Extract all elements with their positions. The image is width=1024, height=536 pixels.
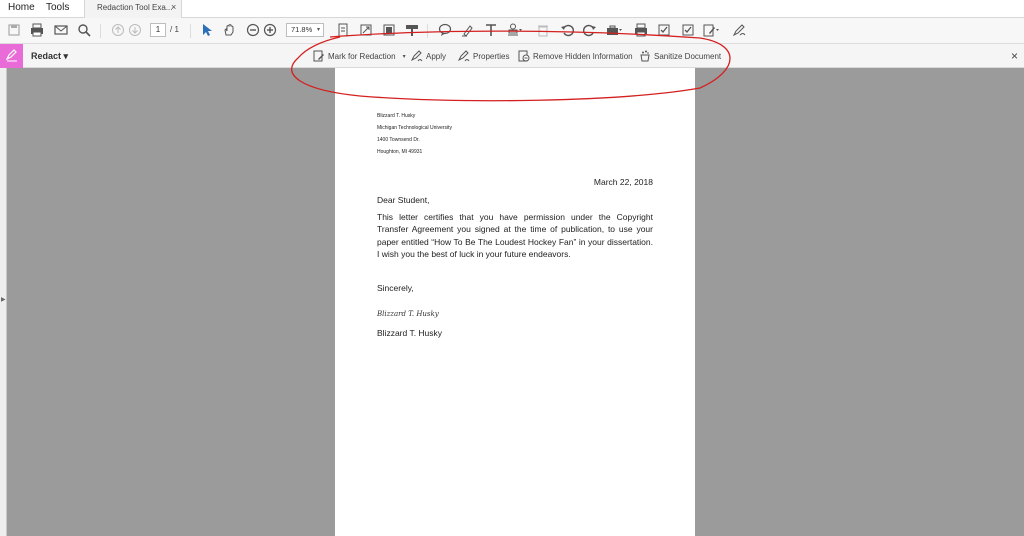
fit-page-icon[interactable] xyxy=(335,23,351,39)
address-line: Michigan Technological University xyxy=(377,125,452,131)
document-viewer[interactable]: ▶ Blizzard T. Husky Michigan Technologic… xyxy=(0,68,1024,536)
page-total: / 1 xyxy=(170,25,179,34)
address-line: Blizzard T. Husky xyxy=(377,113,416,119)
full-screen-icon[interactable] xyxy=(381,23,397,39)
letter-greeting: Dear Student, xyxy=(377,195,430,205)
mark-redaction-icon xyxy=(313,50,325,62)
page-number-input[interactable]: 1 xyxy=(150,23,166,37)
properties-label: Properties xyxy=(473,51,510,61)
address-line: Houghton, MI 49931 xyxy=(377,149,423,155)
sanitize-icon xyxy=(639,50,651,62)
apply-label: Apply xyxy=(426,51,447,61)
mark-for-redaction-button[interactable]: Mark for Redaction ▾ xyxy=(313,49,406,63)
select-arrow-icon[interactable] xyxy=(199,23,215,39)
remove-hidden-icon xyxy=(518,50,530,62)
comment-icon[interactable] xyxy=(437,23,453,39)
mark-for-redaction-label: Mark for Redaction xyxy=(328,51,396,61)
zoom-in-icon[interactable] xyxy=(262,23,278,39)
hand-icon[interactable] xyxy=(221,23,237,39)
redact-tool-tab[interactable] xyxy=(0,44,23,68)
pdf-page: Blizzard T. Husky Michigan Technological… xyxy=(335,68,695,536)
left-panel-toggle[interactable]: ▶ xyxy=(0,68,7,536)
close-tab-icon[interactable]: × xyxy=(171,2,176,12)
undo-icon[interactable] xyxy=(559,23,575,39)
sign-icon[interactable] xyxy=(703,23,719,39)
signer-name: Blizzard T. Husky xyxy=(377,328,443,338)
redact-toolbar: Redact ▾ Mark for Redaction ▾ Apply Prop… xyxy=(0,44,1024,68)
highlighter-icon[interactable] xyxy=(460,23,476,39)
save-icon[interactable] xyxy=(6,23,22,39)
tab-document-label: Redaction Tool Exa... xyxy=(97,3,173,12)
handwritten-signature: Blizzard T. Husky xyxy=(377,310,439,318)
redact-menu[interactable]: Redact ▾ xyxy=(31,51,68,62)
close-redact-icon[interactable]: × xyxy=(1011,49,1018,63)
trash-icon[interactable] xyxy=(535,23,551,39)
pen-icon[interactable] xyxy=(731,23,747,39)
zoom-value: 71.8% xyxy=(291,25,313,34)
fit-width-icon[interactable] xyxy=(358,23,374,39)
text-icon[interactable] xyxy=(483,23,499,39)
toolbox-icon[interactable] xyxy=(606,23,622,39)
apply-icon xyxy=(410,50,423,62)
zoom-level-select[interactable]: 71.8% ▾ xyxy=(286,23,324,37)
next-page-icon[interactable] xyxy=(127,23,143,39)
print2-icon[interactable] xyxy=(633,23,649,39)
letter-date: March 22, 2018 xyxy=(593,177,653,187)
tab-document[interactable]: Redaction Tool Exa... × xyxy=(84,0,182,18)
letter-closing: Sincerely, xyxy=(377,283,414,293)
checkbox-icon[interactable] xyxy=(656,23,672,39)
properties-button[interactable]: Properties xyxy=(457,49,510,63)
chevron-right-icon[interactable]: ▶ xyxy=(1,296,6,303)
sanitize-document-label: Sanitize Document xyxy=(654,51,722,61)
tab-home[interactable]: Home xyxy=(8,2,35,13)
prev-page-icon[interactable] xyxy=(110,23,126,39)
print-icon[interactable] xyxy=(29,23,45,39)
remove-hidden-information-label: Remove Hidden Information xyxy=(533,51,633,61)
address-line: 1400 Townsend Dr. xyxy=(377,137,420,143)
main-toolbar: 1 / 1 71.8% ▾ xyxy=(0,18,1024,44)
redact-pen-icon xyxy=(5,48,19,65)
chevron-down-icon: ▾ xyxy=(316,27,320,33)
apply-button[interactable]: Apply xyxy=(410,49,447,63)
sanitize-document-button[interactable]: Sanitize Document xyxy=(639,49,721,63)
chevron-down-icon[interactable]: ▾ xyxy=(403,53,406,60)
letter-body: This letter certifies that you have perm… xyxy=(377,212,653,259)
remove-hidden-information-button[interactable]: Remove Hidden Information xyxy=(518,49,633,63)
tab-bar: Home Tools Redaction Tool Exa... × xyxy=(0,0,1024,18)
checkbox2-icon[interactable] xyxy=(680,23,696,39)
email-icon[interactable] xyxy=(53,23,69,39)
tab-tools[interactable]: Tools xyxy=(46,2,69,13)
zoom-out-icon[interactable] xyxy=(245,23,261,39)
redo-icon[interactable] xyxy=(582,23,598,39)
properties-icon xyxy=(457,50,470,62)
search-icon[interactable] xyxy=(76,23,92,39)
stamp-icon[interactable] xyxy=(507,23,523,39)
paint-roller-icon[interactable] xyxy=(404,23,420,39)
